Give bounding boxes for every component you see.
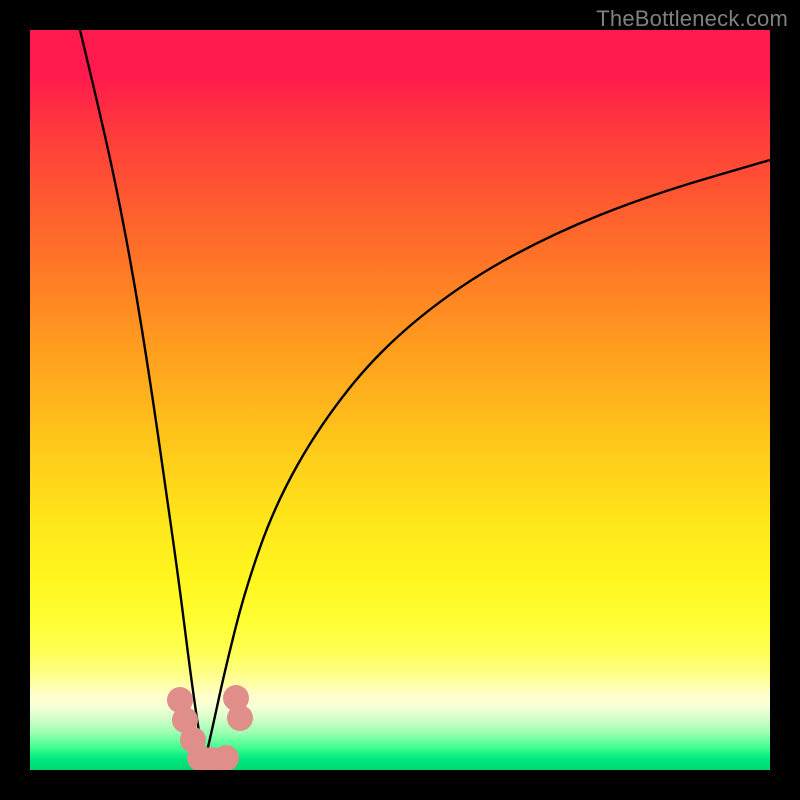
watermark-text: TheBottleneck.com (596, 6, 788, 32)
data-markers (30, 30, 770, 770)
data-point-marker (227, 705, 253, 731)
plot-area (30, 30, 770, 770)
chart-frame: TheBottleneck.com (0, 0, 800, 800)
data-point-marker (213, 745, 239, 770)
